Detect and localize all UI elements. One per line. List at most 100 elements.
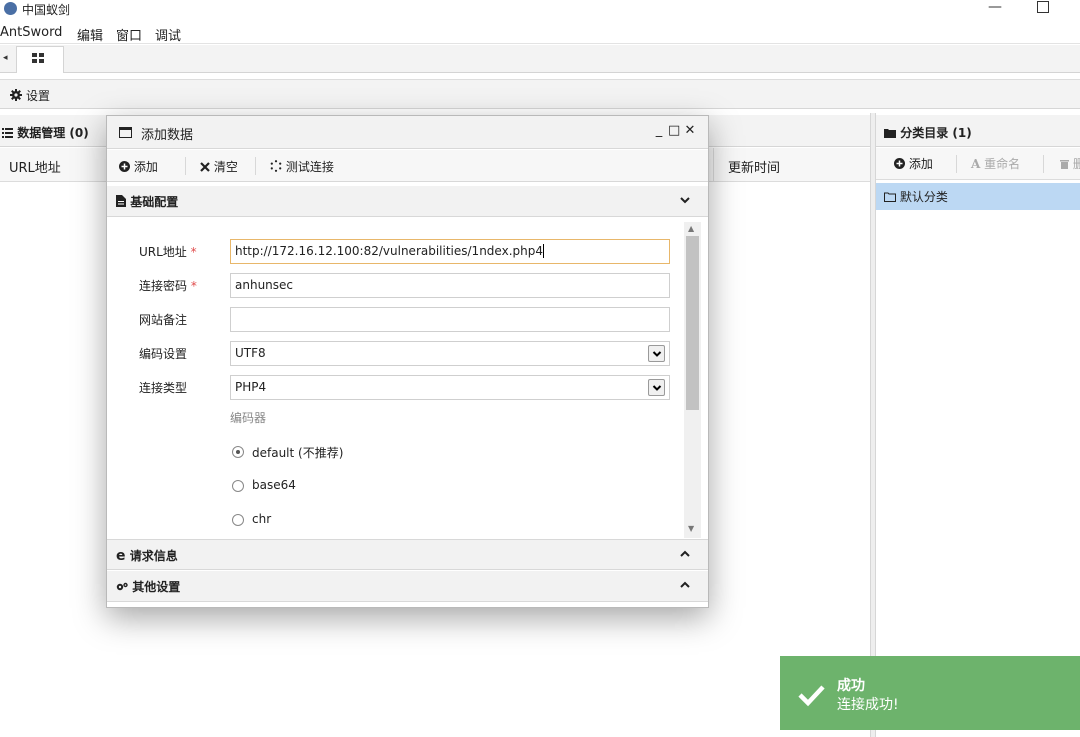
data-panel-title: 数据管理 (0) [2,124,89,141]
document-icon [116,195,126,207]
note-input[interactable] [230,307,670,332]
category-item-text: 默认分类 [899,190,948,204]
menu-edit[interactable]: 编辑 [77,25,103,44]
note-label: 网站备注 [139,313,188,327]
checkmark-icon [798,685,825,707]
plus-circle-icon [119,161,130,172]
type-label: 连接类型 [139,381,188,395]
chevron-up-icon [680,581,690,588]
font-icon: A [971,157,981,171]
clear-button-label: 清空 [213,160,238,174]
tab-scroll-left-icon[interactable]: ◂ [3,53,8,63]
data-panel-title-text: 数据管理 (0) [17,126,89,140]
dialog-title: 添加数据 [141,128,194,143]
grid-icon [32,53,44,63]
maximize-button[interactable] [1037,1,1049,13]
settings-label: 设置 [26,89,51,103]
menu-antsword[interactable]: AntSword [0,25,62,40]
type-select-value: PHP4 [235,380,267,394]
encoder-label-base64[interactable]: base64 [252,478,296,492]
encoder-radio-default[interactable] [232,446,244,458]
toolbar-divider [185,157,186,175]
minimize-button[interactable]: — [985,0,1005,17]
toolbar-divider [255,157,256,175]
plus-circle-icon [894,158,905,169]
dialog-maximize-button[interactable]: □ [668,123,680,138]
section-request-label: 请求信息 [129,549,178,563]
tab-strip: ◂ [0,45,1080,73]
gear-icon [10,89,22,101]
test-connection-button[interactable]: 测试连接 [270,158,334,175]
menu-window[interactable]: 窗口 [116,25,142,44]
category-item-label: 默认分类 [884,188,948,205]
category-add-button[interactable]: 添加 [894,155,933,172]
dialog-title-bar[interactable]: 添加数据 _ □ ✕ [107,116,708,149]
dialog-close-button[interactable]: ✕ [684,123,696,138]
add-button-label: 添加 [133,160,158,174]
dialog-toolbar: 添加 清空 测试连接 [107,150,708,182]
category-item-default[interactable]: 默认分类 [876,183,1080,210]
menu-debug[interactable]: 调试 [155,25,181,44]
dialog-minimize-button[interactable]: _ [653,123,665,138]
url-input[interactable]: http://172.16.12.100:82/vulnerabilities/… [230,239,670,264]
section-request-info[interactable]: e 请求信息 [107,539,708,570]
password-label: 连接密码 * [139,277,197,294]
password-label-text: 连接密码 [139,279,188,293]
encoder-radio-chr[interactable] [232,514,244,526]
column-divider [713,148,714,182]
scrollbar-thumb[interactable] [686,236,699,410]
section-basic-config[interactable]: 基础配置 [107,186,708,217]
category-panel-header: 分类目录 (1) [876,115,1080,147]
section-other-settings[interactable]: 其他设置 [107,571,708,602]
clear-button[interactable]: 清空 [200,158,238,175]
category-toolbar: 添加 A 重命名 删 [876,148,1080,180]
encoder-label-default[interactable]: default (不推荐) [252,444,343,461]
section-other-title: 其他设置 [116,578,180,595]
encoding-label: 编码设置 [139,347,188,361]
section-basic-title: 基础配置 [116,193,178,210]
section-other-label: 其他设置 [132,580,181,594]
url-input-value: http://172.16.12.100:82/vulnerabilities/… [235,244,543,258]
type-select[interactable]: PHP4 [230,375,670,400]
test-connection-label: 测试连接 [285,160,334,174]
category-delete-button[interactable]: 删 [1060,155,1080,172]
encoding-select[interactable]: UTF8 [230,341,670,366]
tab-home[interactable] [16,46,64,73]
section-basic-label: 基础配置 [130,195,179,209]
folder-icon [884,129,896,138]
success-toast[interactable]: 成功 连接成功! [780,656,1080,730]
category-rename-label: 重命名 [984,157,1021,171]
required-mark: * [190,279,197,293]
toolbar-divider [1043,155,1044,173]
scroll-down-icon[interactable]: ▼ [688,524,694,533]
close-icon [200,162,210,172]
trash-icon [1060,160,1069,169]
antsword-logo-icon [4,2,17,15]
encoder-label: 编码器 [230,411,267,425]
spinner-icon [270,160,282,172]
category-rename-button[interactable]: A 重命名 [971,155,1020,172]
toast-title: 成功 [837,678,865,694]
window-title: 中国蚁剑 [22,3,71,17]
encoding-select-value: UTF8 [235,346,266,360]
encoder-radio-base64[interactable] [232,480,244,492]
settings-bar: 设置 [0,79,1080,109]
column-header-updated[interactable]: 更新时间 [728,157,780,176]
chevron-down-icon [680,197,690,204]
password-input[interactable]: anhunsec [230,273,670,298]
toast-message: 连接成功! [837,697,899,713]
password-input-value: anhunsec [235,278,294,292]
scroll-up-icon[interactable]: ▲ [688,224,694,233]
category-add-label: 添加 [908,157,933,171]
add-button[interactable]: 添加 [119,158,158,175]
encoder-label-chr[interactable]: chr [252,512,271,526]
form-scrollbar[interactable]: ▲ ▼ [684,222,701,538]
cogs-icon [116,582,128,591]
text-caret [542,244,544,258]
column-header-url[interactable]: URL地址 [9,157,61,176]
chevron-up-icon [680,550,690,557]
add-data-dialog: 添加数据 _ □ ✕ 添加 清空 测试连接 基础配置 URL地址 * http:… [106,115,709,608]
basic-config-form: URL地址 * http://172.16.12.100:82/vulnerab… [107,218,708,539]
window-icon [119,127,132,138]
title-bar: 中国蚁剑 — [0,0,1080,20]
